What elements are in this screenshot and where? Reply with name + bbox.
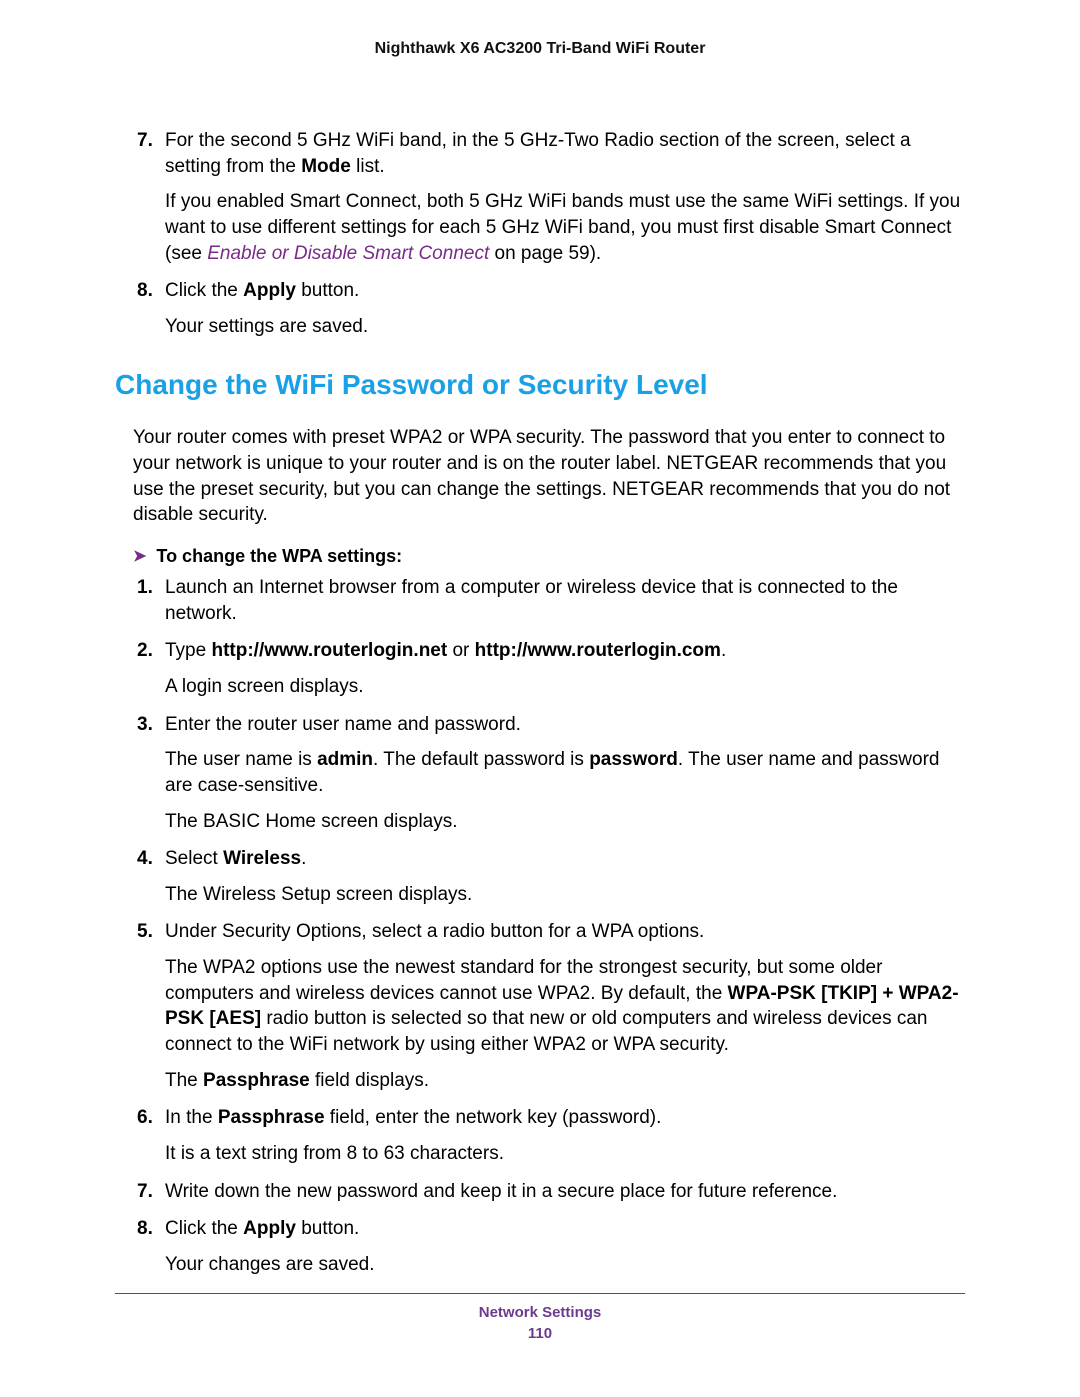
step-number: 5. — [137, 919, 153, 945]
list-item: 6. In the Passphrase field, enter the ne… — [165, 1105, 965, 1166]
step-text: For the second 5 GHz WiFi band, in the 5… — [165, 130, 911, 177]
step-text: Under Security Options, select a radio b… — [165, 921, 704, 942]
smart-connect-link[interactable]: Enable or Disable Smart Connect — [207, 243, 489, 264]
step-subtext: The BASIC Home screen displays. — [165, 809, 965, 835]
page-header-title: Nighthawk X6 AC3200 Tri-Band WiFi Router — [115, 40, 965, 58]
step-subtext: Your changes are saved. — [165, 1252, 965, 1278]
task-heading: ➤ To change the WPA settings: — [133, 546, 965, 567]
list-item: 3. Enter the router user name and passwo… — [165, 712, 965, 835]
list-item: 8. Click the Apply button. Your changes … — [165, 1216, 965, 1277]
footer-section-name: Network Settings — [115, 1304, 965, 1321]
list-item: 1. Launch an Internet browser from a com… — [165, 575, 965, 626]
step-number: 1. — [137, 575, 153, 601]
step-subtext: If you enabled Smart Connect, both 5 GHz… — [165, 189, 965, 266]
step-subtext: A login screen displays. — [165, 674, 965, 700]
step-text: Select Wireless. — [165, 848, 306, 869]
page-footer: Network Settings 110 — [115, 1293, 965, 1342]
step-subtext: The Passphrase field displays. — [165, 1068, 965, 1094]
step-number: 8. — [137, 1216, 153, 1242]
step-text: Click the Apply button. — [165, 280, 359, 301]
step-7: 7. For the second 5 GHz WiFi band, in th… — [165, 128, 965, 266]
step-subtext: The user name is admin. The default pass… — [165, 747, 965, 798]
step-subtext: The WPA2 options use the newest standard… — [165, 955, 965, 1058]
step-subtext: It is a text string from 8 to 63 charact… — [165, 1141, 965, 1167]
step-number: 4. — [137, 846, 153, 872]
step-text: Type http://www.routerlogin.net or http:… — [165, 640, 726, 661]
task-steps-list: 1. Launch an Internet browser from a com… — [115, 575, 965, 1277]
step-text: Enter the router user name and password. — [165, 714, 521, 735]
list-item: 5. Under Security Options, select a radi… — [165, 919, 965, 1093]
continuation-steps: 7. For the second 5 GHz WiFi band, in th… — [115, 128, 965, 339]
step-subtext: Your settings are saved. — [165, 314, 965, 340]
step-number: 3. — [137, 712, 153, 738]
list-item: 4. Select Wireless. The Wireless Setup s… — [165, 846, 965, 907]
step-text: Launch an Internet browser from a comput… — [165, 577, 898, 624]
chevron-right-icon: ➤ — [133, 549, 146, 565]
step-subtext: The Wireless Setup screen displays. — [165, 882, 965, 908]
step-text: In the Passphrase field, enter the netwo… — [165, 1107, 661, 1128]
footer-divider — [115, 1293, 965, 1294]
list-item: 7. Write down the new password and keep … — [165, 1179, 965, 1205]
step-8: 8. Click the Apply button. Your settings… — [165, 278, 965, 339]
step-number: 6. — [137, 1105, 153, 1131]
intro-paragraph: Your router comes with preset WPA2 or WP… — [133, 425, 965, 528]
document-page: Nighthawk X6 AC3200 Tri-Band WiFi Router… — [0, 0, 1080, 1397]
task-title: To change the WPA settings: — [156, 546, 402, 567]
step-number: 2. — [137, 638, 153, 664]
list-item: 2. Type http://www.routerlogin.net or ht… — [165, 638, 965, 699]
footer-page-number: 110 — [115, 1325, 965, 1342]
step-number: 8. — [137, 278, 153, 304]
step-number: 7. — [137, 128, 153, 154]
step-text: Write down the new password and keep it … — [165, 1181, 837, 1202]
step-number: 7. — [137, 1179, 153, 1205]
section-heading: Change the WiFi Password or Security Lev… — [115, 369, 965, 401]
step-text: Click the Apply button. — [165, 1218, 359, 1239]
